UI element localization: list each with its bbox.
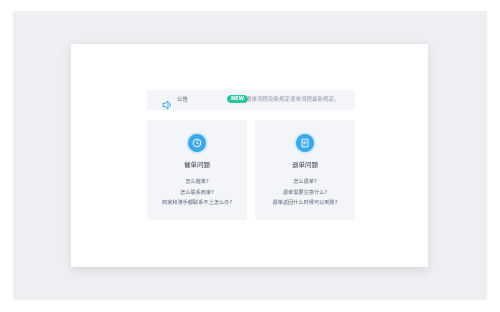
- help-window: 公告 NEW 退单流程及新规定退单流程最新规定。 催单问题 怎么催单? 怎么联系…: [71, 44, 428, 267]
- notice-label: 公告: [177, 97, 189, 103]
- faq-list: 怎么催单? 怎么联系商家? 商家和骑手都联系不上怎么办?: [147, 177, 247, 209]
- card-urge-order[interactable]: 催单问题 怎么催单? 怎么联系商家? 商家和骑手都联系不上怎么办?: [147, 120, 247, 220]
- card-title: 退单问题: [292, 161, 318, 169]
- faq-link[interactable]: 商家和骑手都联系不上怎么办?: [147, 198, 247, 209]
- faq-link[interactable]: 怎么催单?: [147, 177, 247, 188]
- document-icon: [296, 134, 314, 152]
- speaker-icon: [162, 95, 173, 110]
- notice-bar[interactable]: 公告 NEW 退单流程及新规定退单流程最新规定。: [147, 90, 355, 110]
- new-badge: NEW: [227, 95, 249, 103]
- faq-link[interactable]: 怎么联系商家?: [147, 188, 247, 199]
- faq-link[interactable]: 怎么退单?: [255, 177, 355, 188]
- notice-text[interactable]: 退单流程及新规定退单流程最新规定。: [246, 95, 340, 105]
- card-cancel-order[interactable]: 退单问题 怎么退单? 退单需要注意什么? 退单返回什么时候可以到账?: [255, 120, 355, 220]
- faq-list: 怎么退单? 退单需要注意什么? 退单返回什么时候可以到账?: [255, 177, 355, 209]
- faq-link[interactable]: 退单返回什么时候可以到账?: [255, 198, 355, 209]
- clock-icon: [188, 134, 206, 152]
- faq-link[interactable]: 退单需要注意什么?: [255, 188, 355, 199]
- card-title: 催单问题: [184, 161, 210, 169]
